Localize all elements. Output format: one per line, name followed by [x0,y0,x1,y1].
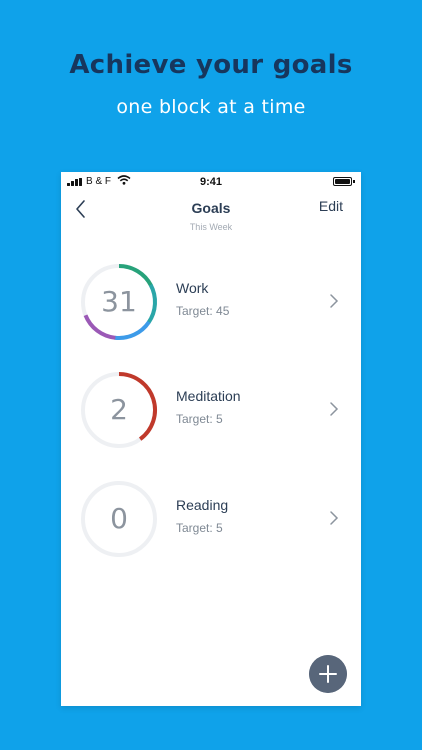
edit-button[interactable]: Edit [319,198,343,214]
goal-target: Target: 5 [176,521,223,535]
add-goal-button[interactable] [309,655,347,693]
goal-target: Target: 45 [176,304,230,318]
goal-count: 31 [101,285,137,318]
chevron-right-icon [330,402,339,416]
goal-row-work[interactable]: 31 Work Target: 45 [61,252,361,352]
goal-name: Reading [176,497,229,513]
goal-row-meditation[interactable]: 2 Meditation Target: 5 [61,360,361,460]
page-title: Goals [191,200,231,216]
chevron-right-icon [330,294,339,308]
goal-row-reading[interactable]: 0 Reading Target: 5 [61,469,361,569]
page-subtitle: This Week [189,222,233,232]
chevron-right-icon [330,511,339,525]
status-bar: B & F 9:41 [61,172,361,192]
goal-count: 0 [110,502,128,535]
goal-name: Meditation [176,388,241,404]
back-chevron-icon[interactable] [69,196,93,222]
nav-bar: Goals This Week Edit [61,192,361,238]
goal-count: 2 [110,393,128,426]
goal-name: Work [176,280,209,296]
promo-subline: one block at a time [116,96,306,118]
status-time: 9:41 [199,176,223,188]
goal-target: Target: 5 [176,412,223,426]
battery-icon [333,177,355,186]
phone-screen: B & F 9:41 Goals This Week Edit 31 Work … [61,172,361,706]
promo-headline: Achieve your goals [69,50,353,80]
